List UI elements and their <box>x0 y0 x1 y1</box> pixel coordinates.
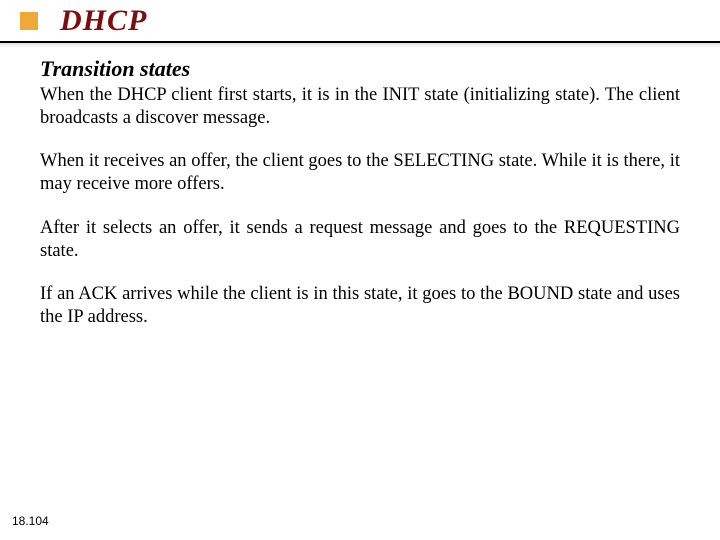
title-shadow <box>0 43 720 48</box>
accent-square-icon <box>20 12 38 30</box>
page-number: 18.104 <box>12 514 49 528</box>
main-title: DHCP <box>60 4 720 38</box>
paragraph: After it selects an offer, it sends a re… <box>40 217 680 263</box>
paragraph: If an ACK arrives while the client is in… <box>40 283 680 329</box>
slide-content: Transition states When the DHCP client f… <box>0 46 720 329</box>
paragraph: When it receives an offer, the client go… <box>40 150 680 196</box>
slide-header: DHCP <box>0 0 720 46</box>
subheading: Transition states <box>40 56 680 82</box>
paragraph: When the DHCP client first starts, it is… <box>40 84 680 130</box>
